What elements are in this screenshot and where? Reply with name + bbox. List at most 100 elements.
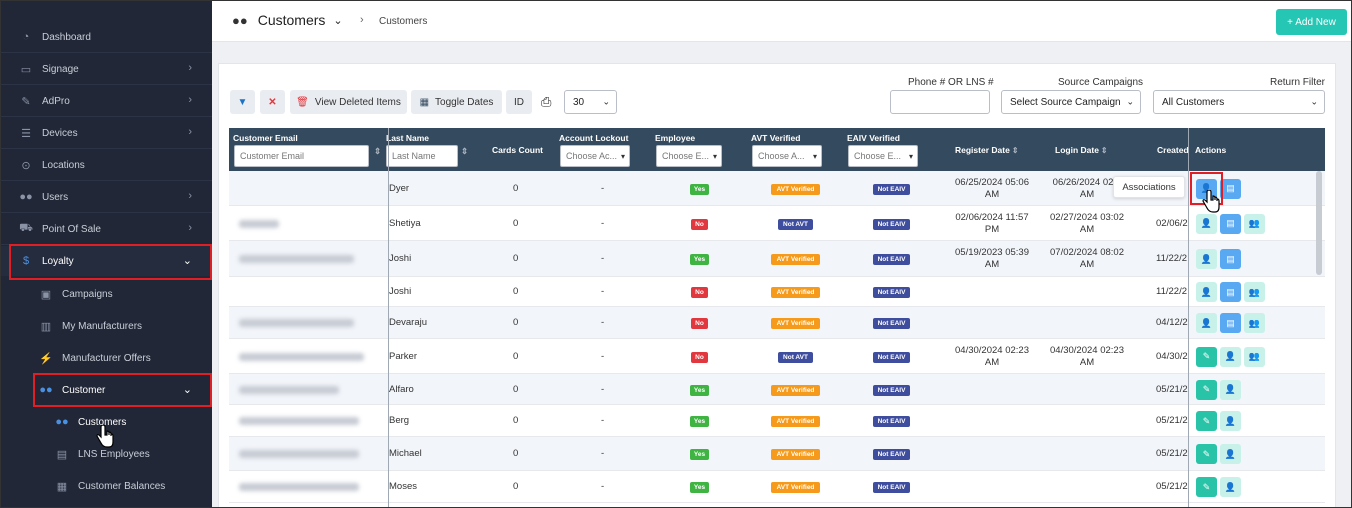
created-cell: 11/22/2 [1156,286,1187,297]
employee-filter[interactable]: Choose E... ▾ [656,145,722,167]
table-row[interactable]: Alfaro 0 - Yes AVT Verified Not EAIV 05/21/2 ✎ 👤 [229,374,1325,405]
user-action-button[interactable]: 👤 [1220,477,1241,497]
sidebar-item-customer[interactable]: ●● Customer ⌄ [0,375,212,405]
filter-button[interactable]: ▼ [230,90,255,114]
sidebar-item-label: Dashboard [42,31,91,43]
print-icon[interactable]: ⎙ [541,94,551,110]
col-login-date[interactable]: Login Date ⇕ [1055,145,1108,155]
edit-action-button[interactable]: ✎ [1196,379,1217,400]
edit-action-button[interactable]: ✎ [1196,411,1217,431]
table-row[interactable]: Shetiya 0 - No Not AVT Not EAIV 02/06/2024 11:… [229,206,1325,241]
page-size-select[interactable]: 30 ⌄ [564,90,617,114]
cards-count-cell: 0 [513,415,519,426]
users-icon: 👥 [1248,351,1261,361]
sidebar-item-users[interactable]: ●● Users › [0,182,212,212]
id-button[interactable]: ID [506,90,532,114]
user-icon: 👤 [1224,448,1237,459]
user-action-button[interactable]: 👤 [1220,411,1241,431]
user-action-button[interactable]: 👤 [1220,444,1241,464]
sidebar-item-loyalty[interactable]: $ Loyalty ⌄ [0,246,212,276]
sidebar-item-my-manufacturers[interactable]: ▥ My Manufacturers [0,311,212,341]
sidebar-item-point-of-sale[interactable]: ⛟ Point Of Sale › [0,214,212,244]
table-row[interactable]: Joshi 0 - No AVT Verified Not EAIV 11/22/2 👤 ▤ 👥 [229,277,1325,307]
store-action-button[interactable]: ▤ [1220,249,1241,269]
table-row[interactable]: Moses 0 - Yes AVT Verified Not EAIV 05/21/2 ✎ 👤 [229,471,1325,503]
eaiv-filter[interactable]: Choose E... ▾ [848,145,918,167]
table-row[interactable]: Joshi 0 - Yes AVT Verified Not EAIV 05/19/2023… [229,241,1325,277]
store-action-button[interactable]: ▤ [1220,313,1241,333]
employee-badge: Yes [690,384,709,396]
account-lockout-filter[interactable]: Choose Ac... ▾ [560,145,630,167]
col-avt-verified: AVT Verified [751,133,801,143]
avt-badge: AVT Verified [771,183,820,195]
last-name-filter[interactable]: Last Name [386,145,458,167]
pencil-icon: ✎ [1202,415,1211,426]
lockout-cell: - [601,286,605,297]
user-action-button[interactable]: 👤 [1196,213,1217,234]
user-action-button[interactable]: 👤 [1196,249,1217,269]
toggle-dates-button[interactable]: ▦ Toggle Dates [411,90,502,114]
edit-action-button[interactable]: ✎ [1196,346,1217,367]
column-divider [1188,128,1189,508]
sidebar-item-adpro[interactable]: ✎ AdPro › [0,86,212,116]
clear-filter-button[interactable]: ✕ [260,90,285,114]
cards-count-cell: 0 [513,253,519,264]
store-action-button[interactable]: ▤ [1220,178,1241,199]
view-deleted-button[interactable]: 🗑 View Deleted Items [290,90,407,114]
lockout-cell: - [601,350,605,362]
associations-action-button[interactable]: 👥 [1244,282,1265,302]
cards-count-cell: 0 [513,448,519,459]
dashboard-icon: ◔ [22,31,30,43]
created-cell: 04/12/2 [1156,317,1188,328]
source-campaign-select[interactable]: Select Source Campaign ⌄ [1001,90,1141,114]
cards-count-cell: 0 [513,481,519,492]
page-title[interactable]: ●● Customers ⌄ [232,12,343,28]
avt-filter[interactable]: Choose A... ▾ [752,145,822,167]
redacted-email [239,255,354,263]
table-scrollbar[interactable] [1316,171,1322,275]
sidebar-item-customer-balances[interactable]: ▦ Customer Balances [0,471,212,501]
user-action-button[interactable]: 👤 [1196,313,1217,333]
associations-action-button[interactable]: 👥 [1244,213,1265,234]
sidebar-item-signage[interactable]: ▭ Signage › [0,54,212,84]
return-filter-select[interactable]: All Customers ⌄ [1153,90,1325,114]
col-register-date[interactable]: Register Date ⇕ [955,145,1019,155]
sort-icon[interactable]: ⇕ [461,146,468,157]
phone-filter-input[interactable] [890,90,990,114]
placeholder: Choose E... [662,151,710,161]
time-line: AM [984,259,1000,270]
user-action-button[interactable]: 👤 [1196,282,1217,302]
user-action-button[interactable]: 👤 [1220,379,1241,400]
user-icon: 👤 [1200,317,1213,328]
add-new-button[interactable]: + Add New [1276,9,1347,35]
sidebar-item-devices[interactable]: ☰ Devices › [0,118,212,148]
table-row[interactable]: Parker 0 - No Not AVT Not EAIV 04/30/2024 02:2… [229,339,1325,374]
col-account-lockout: Account Lockout [559,133,629,143]
lockout-cell: - [601,448,605,459]
edit-action-button[interactable]: ✎ [1196,444,1217,464]
user-action-button[interactable]: 👤 [1220,346,1241,367]
eaiv-badge: Not EAIV [873,384,910,396]
sidebar-item-label: Loyalty [42,255,74,267]
edit-action-button[interactable]: ✎ [1196,477,1217,497]
sidebar-item-dashboard[interactable]: ◔ Dashboard [0,22,212,52]
sort-icon[interactable]: ⇕ [374,146,381,157]
store-action-button[interactable]: ▤ [1220,213,1241,234]
eaiv-badge: Not EAIV [873,351,910,363]
users-icon: ●● [232,12,248,28]
table-row[interactable]: Devaraju 0 - No AVT Verified Not EAIV 04/12/2 👤… [229,307,1325,339]
associations-action-button[interactable]: 👥 [1244,313,1265,333]
customer-email-filter[interactable]: Customer Email [234,145,369,167]
monitor-icon: ▭ [20,63,32,76]
redacted-email [239,417,359,425]
breadcrumb[interactable]: Customers [379,16,427,27]
last-name-cell: Alfaro [389,383,414,395]
sidebar-item-locations[interactable]: ⊙ Locations [0,150,212,180]
sidebar-item-manufacturer-offers[interactable]: ⚡ Manufacturer Offers [0,343,212,373]
sidebar-item-campaigns[interactable]: ▣ Campaigns [0,279,212,309]
table-row[interactable]: Michael 0 - Yes AVT Verified Not EAIV 05/21/2 ✎… [229,437,1325,471]
avt-badge: AVT Verified [771,254,820,265]
associations-action-button[interactable]: 👥 [1244,346,1265,367]
store-action-button[interactable]: ▤ [1220,282,1241,302]
table-row[interactable]: Berg 0 - Yes AVT Verified Not EAIV 05/21/2 ✎ 👤 [229,405,1325,437]
